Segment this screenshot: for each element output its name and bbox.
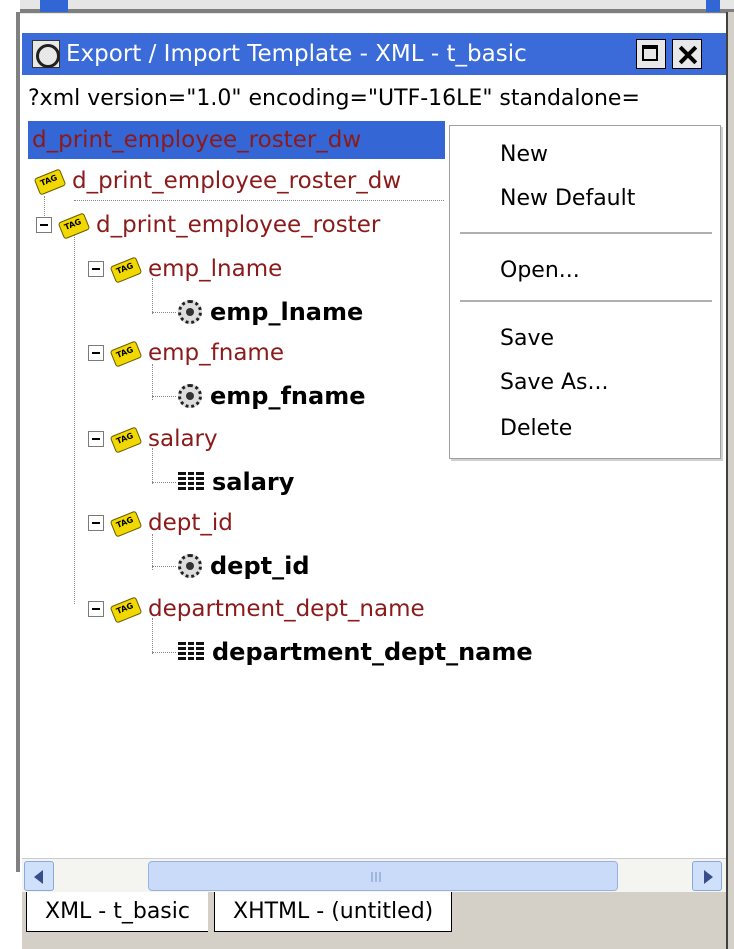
tree-connector [152, 396, 176, 397]
gear-icon [178, 384, 202, 408]
tag-icon [110, 597, 140, 621]
tree-connector [152, 312, 176, 313]
tree-node-department-dept-name[interactable]: department_dept_name [88, 596, 425, 622]
tree-node-label: emp_fname [148, 340, 284, 366]
scroll-left-button[interactable] [24, 861, 54, 891]
tree-node-emp-lname[interactable]: emp_lname [88, 256, 282, 282]
tag-icon [58, 213, 88, 237]
outer-frame-top [0, 0, 734, 14]
menu-item-new[interactable]: New [500, 142, 548, 167]
tree-connector [152, 652, 176, 653]
tag-icon [110, 511, 140, 535]
tree-node-label: emp_lname [148, 256, 283, 282]
tree-connector [152, 448, 153, 484]
tree-connector [152, 618, 153, 654]
tree-leaf-emp-lname[interactable]: emp_lname [178, 298, 363, 326]
collapse-toggle[interactable] [88, 601, 104, 617]
gear-icon [178, 554, 202, 578]
collapse-toggle[interactable] [88, 515, 104, 531]
tree-leaf-dept-id[interactable]: dept_id [178, 552, 310, 580]
horizontal-scrollbar[interactable] [22, 858, 726, 893]
tree-node-label: d_print_employee_roster [96, 212, 381, 238]
xml-declaration[interactable]: ?xml version="1.0" encoding="UTF-16LE" s… [28, 86, 640, 111]
menu-separator [460, 300, 712, 302]
context-menu: New New Default Open... Save Save As... … [449, 125, 721, 459]
collapse-toggle[interactable] [36, 217, 52, 233]
menu-item-delete[interactable]: Delete [500, 416, 572, 441]
tag-icon [110, 257, 140, 281]
menu-item-new-default[interactable]: New Default [500, 186, 635, 211]
outer-frame-right [726, 12, 734, 949]
collapse-toggle[interactable] [88, 261, 104, 277]
scroll-thumb[interactable] [148, 861, 618, 891]
window-title: Export / Import Template - XML - t_basic [66, 41, 527, 67]
table-icon [178, 642, 204, 662]
collapse-toggle[interactable] [88, 431, 104, 447]
tree-connector [74, 232, 75, 604]
frame-accent-right [706, 0, 720, 12]
column-label: department_dept_name [212, 638, 533, 666]
tag-icon [110, 341, 140, 365]
frame-border [0, 9, 734, 13]
column-label: emp_lname [210, 298, 364, 326]
scroll-right-button[interactable] [692, 861, 722, 891]
tree-connector [152, 534, 153, 570]
tree-node-emp-fname[interactable]: emp_fname [88, 340, 284, 366]
frame-accent [40, 0, 68, 12]
frame-border-left [16, 12, 20, 872]
tab-xml[interactable]: XML - t_basic [26, 892, 208, 932]
tree-connector [152, 364, 153, 400]
table-icon [178, 472, 204, 492]
tree-leaf-salary[interactable]: salary [178, 468, 294, 496]
tab-bar: XML - t_basic XHTML - (untitled) [22, 892, 726, 949]
tree-node-label: salary [148, 426, 218, 452]
tree-connector [152, 482, 176, 483]
menu-item-save-as[interactable]: Save As... [500, 370, 609, 395]
frame-border-right [726, 12, 728, 949]
tree-connector [74, 200, 444, 201]
column-label: salary [212, 468, 295, 496]
app-icon[interactable] [32, 40, 60, 68]
collapse-toggle[interactable] [88, 345, 104, 361]
tree-node-label: dept_id [148, 510, 233, 536]
menu-separator [460, 232, 712, 234]
tree-node-dept-id[interactable]: dept_id [88, 510, 233, 536]
tree-connector [152, 566, 176, 567]
menu-item-open[interactable]: Open... [500, 258, 580, 283]
tree-node-label: d_print_employee_roster_dw [72, 168, 402, 194]
tree-leaf-department-dept-name[interactable]: department_dept_name [178, 638, 533, 666]
tree-root-selected[interactable]: d_print_employee_roster_dw [28, 121, 445, 159]
tree-node-salary[interactable]: salary [88, 426, 218, 452]
tag-icon [110, 427, 140, 451]
maximize-button[interactable] [636, 39, 666, 69]
tab-xhtml[interactable]: XHTML - (untitled) [214, 892, 453, 932]
column-label: dept_id [210, 552, 310, 580]
tag-icon [34, 169, 64, 193]
window-title-bar[interactable]: Export / Import Template - XML - t_basic [22, 33, 726, 75]
close-button[interactable] [672, 39, 702, 69]
tree-node-label: department_dept_name [148, 596, 425, 622]
outer-frame-left [0, 0, 20, 949]
tree-leaf-emp-fname[interactable]: emp_fname [178, 382, 365, 410]
tree-node-root[interactable]: d_print_employee_roster_dw [34, 168, 401, 194]
gear-icon [178, 300, 202, 324]
tree-node-element[interactable]: d_print_employee_roster [36, 212, 380, 238]
column-label: emp_fname [210, 382, 366, 410]
menu-item-save[interactable]: Save [500, 326, 554, 351]
tree-connector [152, 278, 153, 314]
